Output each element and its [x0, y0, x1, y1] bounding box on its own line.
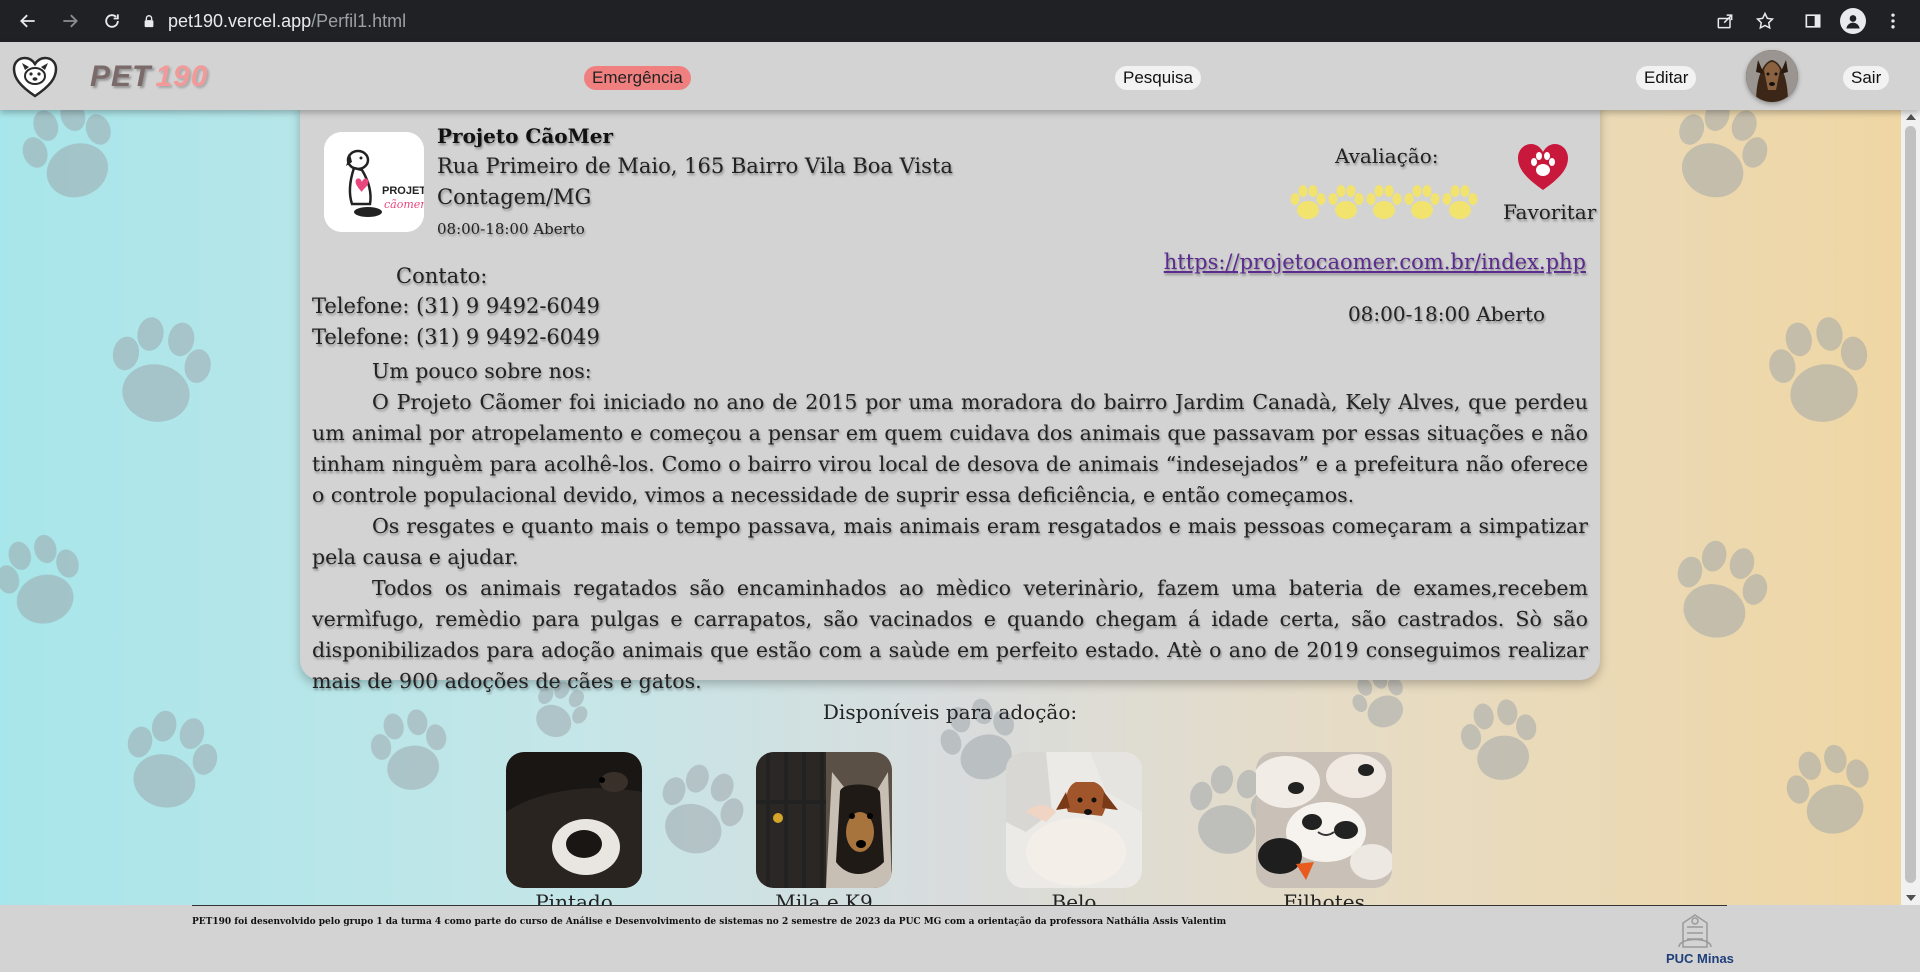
favorite-label[interactable]: Favoritar — [1503, 200, 1596, 224]
about-paragraph: O Projeto Cãomer foi iniciado no ano de … — [312, 390, 1588, 507]
pet-photo[interactable] — [756, 752, 892, 888]
url-path: /Perfil1.html — [311, 10, 407, 31]
about-title: Um pouco sobre nos: — [372, 359, 592, 383]
logo-text-number: 190 — [155, 60, 209, 93]
pet-card-pintado[interactable]: Pintado — [506, 752, 642, 914]
footer-credits: PET190 foi desenvolvido pelo grupo 1 da … — [192, 917, 1227, 927]
about-paragraph: Os resgates e quanto mais o tempo passav… — [312, 514, 1588, 569]
svg-text:cãomer: cãomer — [384, 198, 424, 211]
puc-minas-label: PUC Minas — [1666, 951, 1734, 966]
scroll-thumb[interactable] — [1905, 126, 1916, 883]
paw-rating-icon[interactable] — [1287, 182, 1329, 224]
browser-toolbar: pet190.vercel.app/Perfil1.html — [0, 0, 1920, 42]
rating-paws[interactable] — [1287, 182, 1478, 224]
paw-rating-icon[interactable] — [1325, 182, 1367, 224]
logout-button[interactable]: Sair — [1843, 66, 1890, 90]
contact-heading: Contato: — [396, 264, 488, 288]
pet-photo[interactable] — [506, 752, 642, 888]
organization-logo: PROJETO cãomer — [324, 132, 424, 232]
site-footer: PET190 foi desenvolvido pelo grupo 1 da … — [0, 905, 1920, 972]
rating-label: Avaliação: — [1335, 144, 1439, 168]
side-panel-icon[interactable] — [1796, 4, 1830, 38]
site-header: PET 190 Emergência Pesquisa Editar Sair — [0, 42, 1920, 110]
footer-divider — [192, 905, 1727, 906]
pet-photo[interactable] — [1256, 752, 1392, 888]
emergency-button[interactable]: Emergência — [584, 66, 691, 90]
reload-icon[interactable] — [94, 3, 130, 39]
website-link[interactable]: https://projetocaomer.com.br/index.php — [1164, 250, 1586, 274]
url-host: pet190.vercel.app — [168, 10, 312, 31]
profile-icon[interactable] — [1836, 4, 1870, 38]
adoption-heading: Disponíveis para adoção: — [822, 700, 1078, 724]
paw-rating-icon[interactable] — [1363, 182, 1405, 224]
svg-text:PROJETO: PROJETO — [382, 185, 424, 197]
pet-card-filhotes[interactable]: Filhotes — [1256, 752, 1392, 914]
organization-city: Contagem/MG — [437, 185, 592, 209]
user-avatar[interactable] — [1746, 50, 1798, 102]
address-bar[interactable]: pet190.vercel.app/Perfil1.html — [142, 6, 406, 36]
about-paragraph: Todos os animais regatados são encaminha… — [312, 576, 1588, 693]
phone-number: Telefone: (31) 9 9492-6049 — [312, 294, 600, 318]
organization-name: Projeto CãoMer — [437, 124, 614, 148]
back-icon[interactable] — [10, 3, 46, 39]
paw-rating-icon[interactable] — [1401, 182, 1443, 224]
profile-card: PROJETO cãomer Projeto CãoMer Rua Primei… — [300, 104, 1600, 693]
forward-icon[interactable] — [52, 3, 88, 39]
menu-kebab-icon[interactable] — [1876, 4, 1910, 38]
about-section: Um pouco sobre nos: O Projeto Cãomer foi… — [312, 356, 1588, 697]
share-icon[interactable] — [1708, 4, 1742, 38]
bookmark-star-icon[interactable] — [1748, 4, 1782, 38]
organization-hours-small: 08:00-18:00 Aberto — [437, 220, 585, 238]
phone-number: Telefone: (31) 9 9492-6049 — [312, 325, 600, 349]
search-button[interactable]: Pesquisa — [1115, 66, 1201, 90]
favorite-heart-paw-icon[interactable] — [1516, 142, 1570, 192]
pet-card-mila-k9[interactable]: Mila e K9 — [756, 752, 892, 914]
scroll-up-icon[interactable] — [1906, 114, 1916, 120]
paw-rating-icon[interactable] — [1439, 182, 1481, 224]
pet-card-belo[interactable]: Belo — [1006, 752, 1142, 914]
pet-photo[interactable] — [1006, 752, 1142, 888]
logo-text-pet: PET — [90, 60, 152, 93]
scroll-down-icon[interactable] — [1906, 895, 1916, 901]
edit-button[interactable]: Editar — [1636, 66, 1697, 90]
opening-hours: 08:00-18:00 Aberto — [1347, 302, 1546, 326]
site-logo-text[interactable]: PET 190 — [90, 60, 208, 94]
logo-heart-icon[interactable] — [12, 56, 58, 98]
lock-icon — [144, 15, 154, 28]
page-scrollbar[interactable] — [1901, 110, 1920, 905]
organization-address: Rua Primeiro de Maio, 165 Bairro Vila Bo… — [437, 154, 953, 178]
